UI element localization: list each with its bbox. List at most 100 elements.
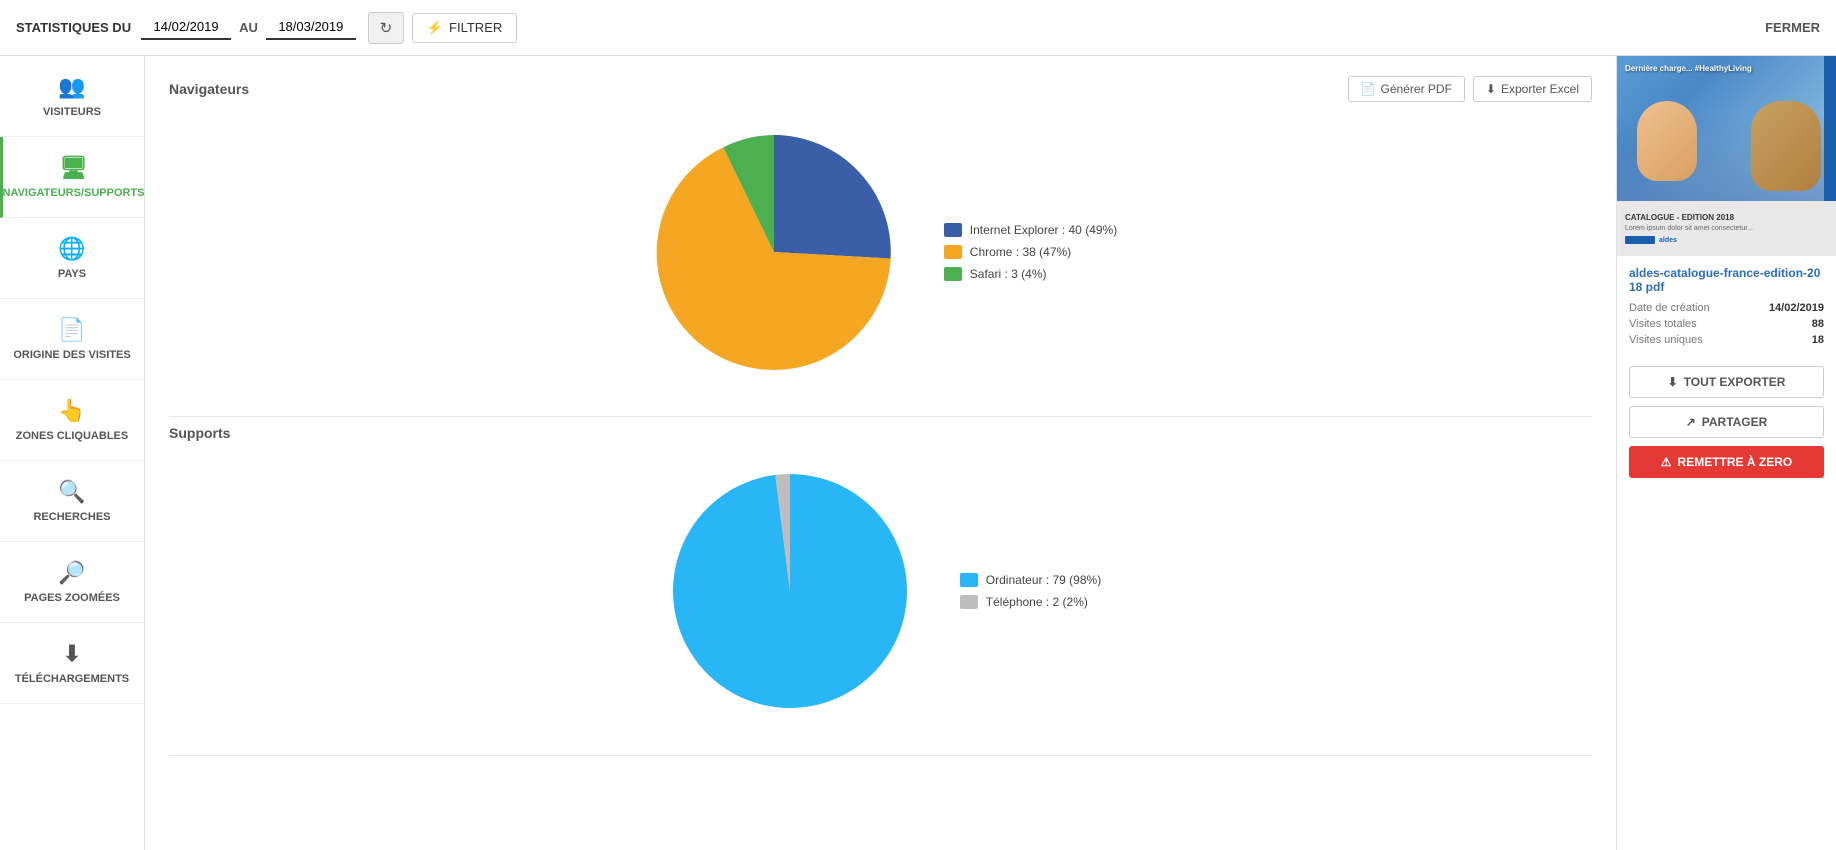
unique-visits-label: Visites uniques	[1629, 334, 1703, 346]
sidebar-item-recherches[interactable]: 🔍 RECHERCHES	[0, 461, 144, 542]
share-button[interactable]: ↗ PARTAGER	[1629, 406, 1824, 438]
download-icon: ⬇	[63, 641, 81, 667]
ie-color	[944, 223, 962, 237]
sidebar-item-recherches-label: RECHERCHES	[33, 511, 110, 523]
visitors-icon: 👥	[58, 74, 85, 100]
sidebar-item-visiteurs-label: VISITEURS	[43, 106, 101, 118]
sidebar-item-pages[interactable]: 🔎 PAGES ZOOMÉES	[0, 542, 144, 623]
supports-section: Supports	[169, 425, 1592, 756]
catalogue-brand-row: aldes	[1625, 236, 1828, 244]
sidebar-item-pays[interactable]: 🌐 PAYS	[0, 218, 144, 299]
filter-button[interactable]: ⚡ FILTRER	[412, 13, 517, 43]
export-all-icon: ⬇	[1668, 375, 1678, 389]
legend-item-ie: Internet Explorer : 40 (49%)	[944, 223, 1117, 237]
reset-label: REMETTRE À ZERO	[1678, 455, 1793, 469]
filter-label: FILTRER	[449, 20, 502, 35]
navigateurs-section: Navigateurs 📄 Générer PDF ⬇ Exporter Exc…	[169, 76, 1592, 417]
ordinateur-color	[960, 573, 978, 587]
supports-legend: Ordinateur : 79 (98%) Téléphone : 2 (2%)	[960, 573, 1101, 609]
doc-info: aldes-catalogue-france-edition-2018 pdf …	[1617, 256, 1836, 356]
export-excel-label: Exporter Excel	[1501, 82, 1579, 96]
catalogue-description: Lorem ipsum dolor sit amet consectetur..…	[1625, 224, 1828, 233]
globe-icon: 🌐	[58, 236, 85, 262]
sidebar-item-visiteurs[interactable]: 👥 VISITEURS	[0, 56, 144, 137]
doc-thumbnail: Dernière charge... #HealthyLiving CATALO…	[1617, 56, 1836, 256]
share-icon: ↗	[1686, 415, 1696, 429]
legend-item-ordinateur: Ordinateur : 79 (98%)	[960, 573, 1101, 587]
chrome-color	[944, 245, 962, 259]
sidebar-item-telechargements[interactable]: ⬇ TÉLÉCHARGEMENTS	[0, 623, 144, 704]
right-panel: Dernière charge... #HealthyLiving CATALO…	[1616, 56, 1836, 850]
sidebar-item-pages-label: PAGES ZOOMÉES	[24, 592, 120, 604]
navigateurs-legend: Internet Explorer : 40 (49%) Chrome : 38…	[944, 223, 1117, 281]
safari-label: Safari : 3 (4%)	[970, 267, 1047, 281]
person-silhouette-1	[1637, 101, 1697, 181]
catalogue-image: Dernière charge... #HealthyLiving CATALO…	[1617, 56, 1836, 256]
sidebar: 👥 VISITEURS 🖥 NAVIGATEURS/SUPPORTS 🌐 PAY…	[0, 56, 145, 850]
unique-visits-value: 18	[1812, 334, 1824, 346]
filter-icon: ⚡	[427, 20, 443, 36]
search-icon: 🔍	[58, 479, 85, 505]
navigateurs-header: Navigateurs 📄 Générer PDF ⬇ Exporter Exc…	[169, 76, 1592, 102]
ordinateur-label: Ordinateur : 79 (98%)	[986, 573, 1101, 587]
warning-icon: ⚠	[1661, 455, 1672, 469]
sidebar-item-navigateurs-label: NAVIGATEURS/SUPPORTS	[3, 187, 145, 199]
navigateurs-actions: 📄 Générer PDF ⬇ Exporter Excel	[1348, 76, 1592, 102]
sidebar-item-zones-label: ZONES CLIQUABLES	[16, 430, 128, 442]
legend-item-chrome: Chrome : 38 (47%)	[944, 245, 1117, 259]
catalogue-photo-area: Dernière charge... #HealthyLiving	[1617, 56, 1836, 201]
supports-pie-chart	[660, 461, 920, 721]
date-to-input[interactable]	[266, 15, 356, 40]
unique-visits-row: Visites uniques 18	[1629, 334, 1824, 346]
navigateurs-title: Navigateurs	[169, 81, 249, 97]
supports-title: Supports	[169, 425, 230, 441]
close-button[interactable]: FERMER	[1765, 20, 1820, 35]
aldes-logo-bg	[1625, 236, 1655, 244]
sidebar-item-zones[interactable]: 👆 ZONES CLIQUABLES	[0, 380, 144, 461]
origin-icon: 📄	[58, 317, 85, 343]
export-all-button[interactable]: ⬇ TOUT EXPORTER	[1629, 366, 1824, 398]
doc-meta: Date de création 14/02/2019 Visites tota…	[1629, 302, 1824, 346]
sidebar-item-origine[interactable]: 📄 ORIGINE DES VISITES	[0, 299, 144, 380]
supports-header: Supports	[169, 425, 1592, 441]
share-label: PARTAGER	[1702, 415, 1768, 429]
stats-title: STATISTIQUES DU	[16, 20, 131, 35]
generate-pdf-button[interactable]: 📄 Générer PDF	[1348, 76, 1465, 102]
monitor-icon: 🖥	[60, 155, 88, 181]
generate-pdf-label: Générer PDF	[1381, 82, 1452, 96]
total-visits-label: Visites totales	[1629, 318, 1697, 330]
total-visits-row: Visites totales 88	[1629, 318, 1824, 330]
top-bar: STATISTIQUES DU AU ↻ ⚡ FILTRER FERMER	[0, 0, 1836, 56]
creation-label: Date de création	[1629, 302, 1710, 314]
export-excel-button[interactable]: ⬇ Exporter Excel	[1473, 76, 1592, 102]
sidebar-item-navigateurs[interactable]: 🖥 NAVIGATEURS/SUPPORTS	[0, 137, 144, 218]
date-from-input[interactable]	[141, 15, 231, 40]
telephone-color	[960, 595, 978, 609]
chrome-label: Chrome : 38 (47%)	[970, 245, 1071, 259]
legend-item-safari: Safari : 3 (4%)	[944, 267, 1117, 281]
aldes-logo-text: aldes	[1659, 237, 1677, 244]
catalogue-hashtag: Dernière charge... #HealthyLiving	[1625, 64, 1752, 73]
refresh-button[interactable]: ↻	[368, 12, 404, 44]
ie-label: Internet Explorer : 40 (49%)	[970, 223, 1117, 237]
sidebar-item-telechargements-label: TÉLÉCHARGEMENTS	[15, 673, 129, 685]
safari-color	[944, 267, 962, 281]
navigateurs-pie-chart	[644, 122, 904, 382]
sidebar-item-pays-label: PAYS	[58, 268, 86, 280]
export-all-label: TOUT EXPORTER	[1684, 375, 1786, 389]
sidebar-item-origine-label: ORIGINE DES VISITES	[13, 349, 130, 361]
zoom-icon: 🔎	[58, 560, 85, 586]
doc-name: aldes-catalogue-france-edition-2018 pdf	[1629, 266, 1824, 294]
excel-icon: ⬇	[1486, 82, 1496, 96]
creation-row: Date de création 14/02/2019	[1629, 302, 1824, 314]
pdf-icon: 📄	[1361, 82, 1376, 96]
catalogue-footer: CATALOGUE - EDITION 2018 Lorem ipsum dol…	[1617, 201, 1836, 256]
reset-button[interactable]: ⚠ REMETTRE À ZERO	[1629, 446, 1824, 478]
legend-item-telephone: Téléphone : 2 (2%)	[960, 595, 1101, 609]
navigateurs-chart-area: Internet Explorer : 40 (49%) Chrome : 38…	[169, 112, 1592, 392]
panel-actions: ⬇ TOUT EXPORTER ↗ PARTAGER ⚠ REMETTRE À …	[1617, 356, 1836, 488]
click-icon: 👆	[58, 398, 85, 424]
au-label: AU	[239, 20, 258, 35]
total-visits-value: 88	[1812, 318, 1824, 330]
blue-strip	[1824, 56, 1836, 201]
